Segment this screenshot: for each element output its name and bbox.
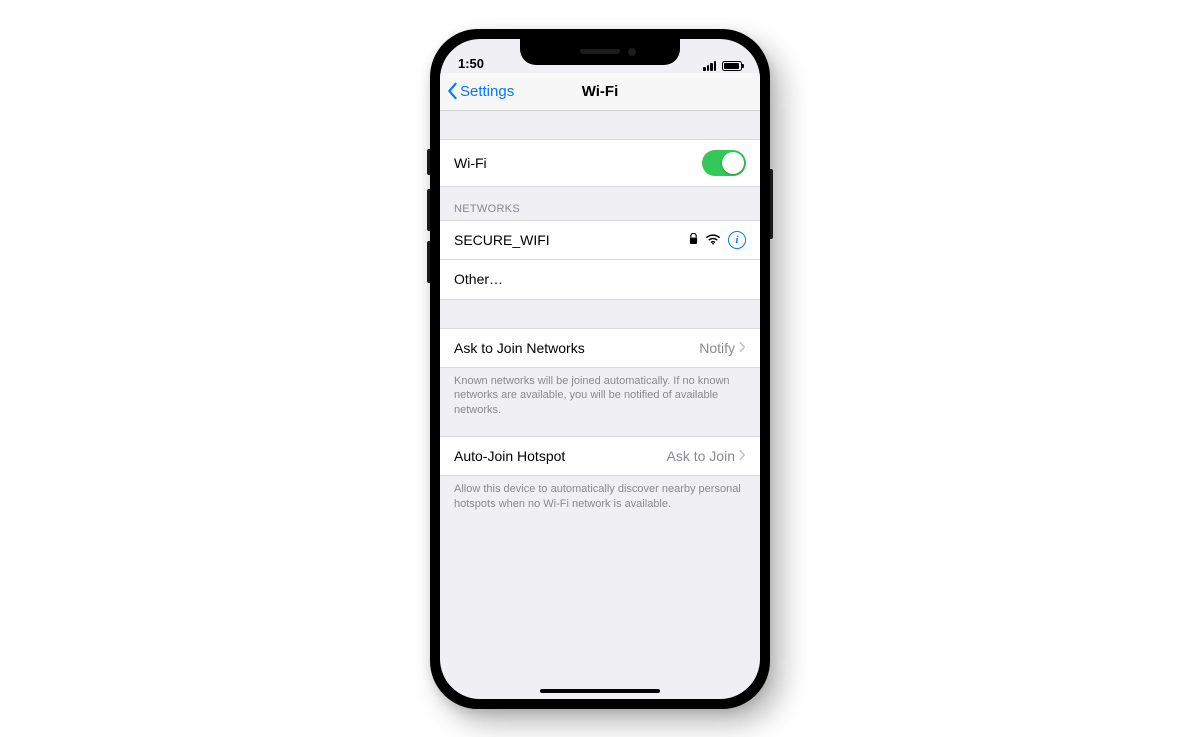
battery-icon	[722, 61, 742, 71]
home-indicator[interactable]	[540, 689, 660, 693]
other-network-row[interactable]: Other…	[440, 260, 760, 300]
wifi-toggle[interactable]	[702, 150, 746, 176]
chevron-right-icon	[739, 448, 746, 464]
auto-join-hotspot-value: Ask to Join	[667, 448, 735, 464]
auto-join-hotspot-label: Auto-Join Hotspot	[454, 448, 565, 464]
lock-icon	[689, 232, 698, 248]
other-label: Other…	[454, 271, 503, 287]
phone-frame: 1:50 Settings Wi-Fi Wi-Fi	[430, 29, 770, 709]
wifi-icon	[706, 232, 720, 248]
networks-header: NETWORKS	[440, 187, 760, 220]
signal-icon	[703, 61, 716, 71]
ask-to-join-label: Ask to Join Networks	[454, 340, 585, 356]
network-name: SECURE_WIFI	[454, 232, 550, 248]
back-label: Settings	[460, 83, 514, 100]
network-row[interactable]: SECURE_WIFI i	[440, 220, 760, 260]
notch	[520, 39, 680, 65]
auto-join-hotspot-row[interactable]: Auto-Join Hotspot Ask to Join	[440, 436, 760, 476]
nav-bar: Settings Wi-Fi	[440, 73, 760, 111]
ask-to-join-row[interactable]: Ask to Join Networks Notify	[440, 328, 760, 368]
chevron-right-icon	[739, 340, 746, 356]
chevron-left-icon	[446, 82, 458, 100]
wifi-toggle-row: Wi-Fi	[440, 139, 760, 187]
settings-content: Wi-Fi NETWORKS SECURE_WIFI i	[440, 111, 760, 520]
wifi-label: Wi-Fi	[454, 155, 487, 171]
auto-join-hotspot-footer: Allow this device to automatically disco…	[440, 476, 760, 520]
nav-title: Wi-Fi	[582, 83, 619, 100]
ask-to-join-value: Notify	[699, 340, 735, 356]
status-time: 1:50	[458, 56, 484, 71]
back-button[interactable]: Settings	[446, 82, 514, 100]
info-icon[interactable]: i	[728, 231, 746, 249]
screen: 1:50 Settings Wi-Fi Wi-Fi	[440, 39, 760, 699]
ask-to-join-footer: Known networks will be joined automatica…	[440, 368, 760, 427]
